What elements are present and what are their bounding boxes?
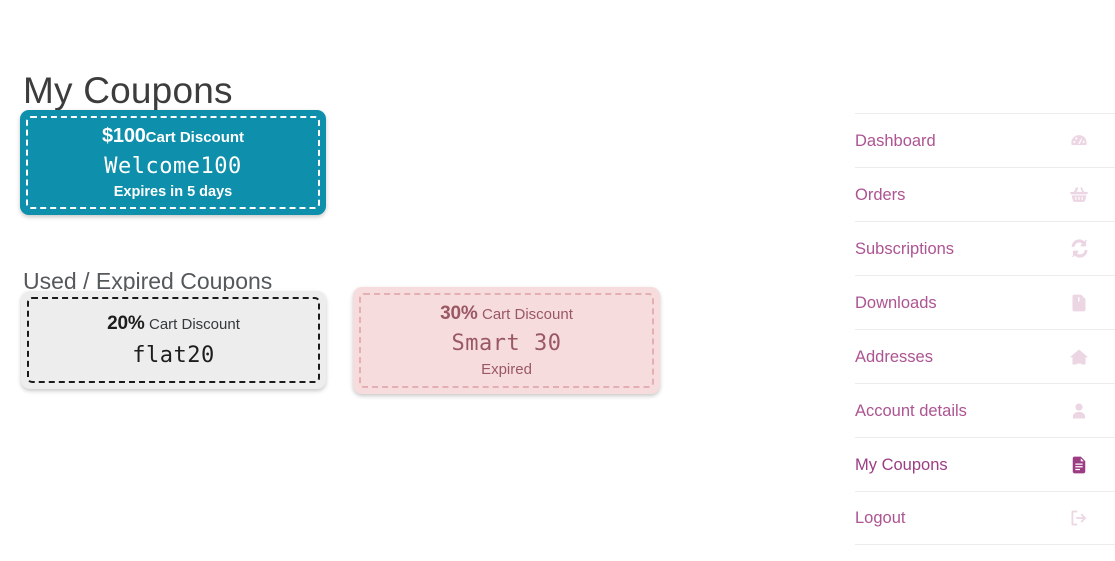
sidebar-nav-list: Dashboard Orders Subscriptions Downloads [855,113,1115,545]
sidebar-item-downloads[interactable]: Downloads [855,275,1115,329]
account-sidebar-nav: Dashboard Orders Subscriptions Downloads [855,0,1115,561]
coupon-discount-line: 20% Cart Discount [107,313,240,335]
coupon-discount-label: Cart Discount [145,129,245,146]
sidebar-item-subscriptions[interactable]: Subscriptions [855,221,1115,275]
sidebar-item-label: Subscriptions [855,239,955,258]
file-download-icon [1069,293,1089,313]
refresh-cycle-icon [1069,238,1089,259]
sidebar-item-orders[interactable]: Orders [855,167,1115,221]
sidebar-item-label: Orders [855,185,906,204]
document-lines-icon [1069,455,1089,475]
sidebar-item-label: Addresses [855,347,933,366]
sidebar-item-logout[interactable]: Logout [855,491,1115,545]
sidebar-item-label: My Coupons [855,455,948,474]
coupon-amount: 30% [440,303,478,324]
my-coupons-page: My Coupons $100Cart Discount Welcome100 … [0,0,1115,561]
sidebar-item-addresses[interactable]: Addresses [855,329,1115,383]
coupon-code: Smart 30 [451,331,562,356]
coupon-code[interactable]: Welcome100 [104,154,241,179]
coupon-expiry: Expires in 5 days [113,184,233,200]
coupon-discount-line: 30% Cart Discount [440,303,573,325]
sidebar-item-dashboard[interactable]: Dashboard [855,113,1115,167]
coupon-discount-label: Cart Discount [482,306,573,323]
coupon-code: flat20 [132,342,215,368]
main-content: My Coupons $100Cart Discount Welcome100 … [0,0,820,561]
sidebar-item-label: Account details [855,401,967,420]
coupon-discount-label: Cart Discount [149,315,240,333]
coupon-card-active[interactable]: $100Cart Discount Welcome100 Expires in … [20,110,326,215]
logout-arrow-icon [1069,508,1089,528]
coupon-content: 30% Cart Discount Smart 30 Expired [353,303,660,378]
user-icon [1069,401,1089,421]
coupon-discount-line: $100Cart Discount [102,125,244,148]
page-title: My Coupons [23,69,233,111]
sidebar-item-my-coupons[interactable]: My Coupons [855,437,1115,491]
coupon-card-expired[interactable]: 30% Cart Discount Smart 30 Expired [353,287,660,394]
dashboard-icon [1069,131,1089,151]
sidebar-item-label: Downloads [855,293,937,312]
coupon-content: 20% Cart Discount flat20 [21,313,326,368]
coupon-amount: $100 [101,125,146,147]
sidebar-item-label: Dashboard [855,131,936,150]
home-icon [1069,347,1089,367]
basket-icon [1069,185,1089,205]
coupon-status: Expired [481,361,532,378]
coupon-content: $100Cart Discount Welcome100 Expires in … [20,125,326,200]
sidebar-item-account-details[interactable]: Account details [855,383,1115,437]
coupon-card-used[interactable]: 20% Cart Discount flat20 [21,291,326,389]
sidebar-item-label: Logout [855,509,906,527]
coupon-amount: 20% [107,312,145,334]
